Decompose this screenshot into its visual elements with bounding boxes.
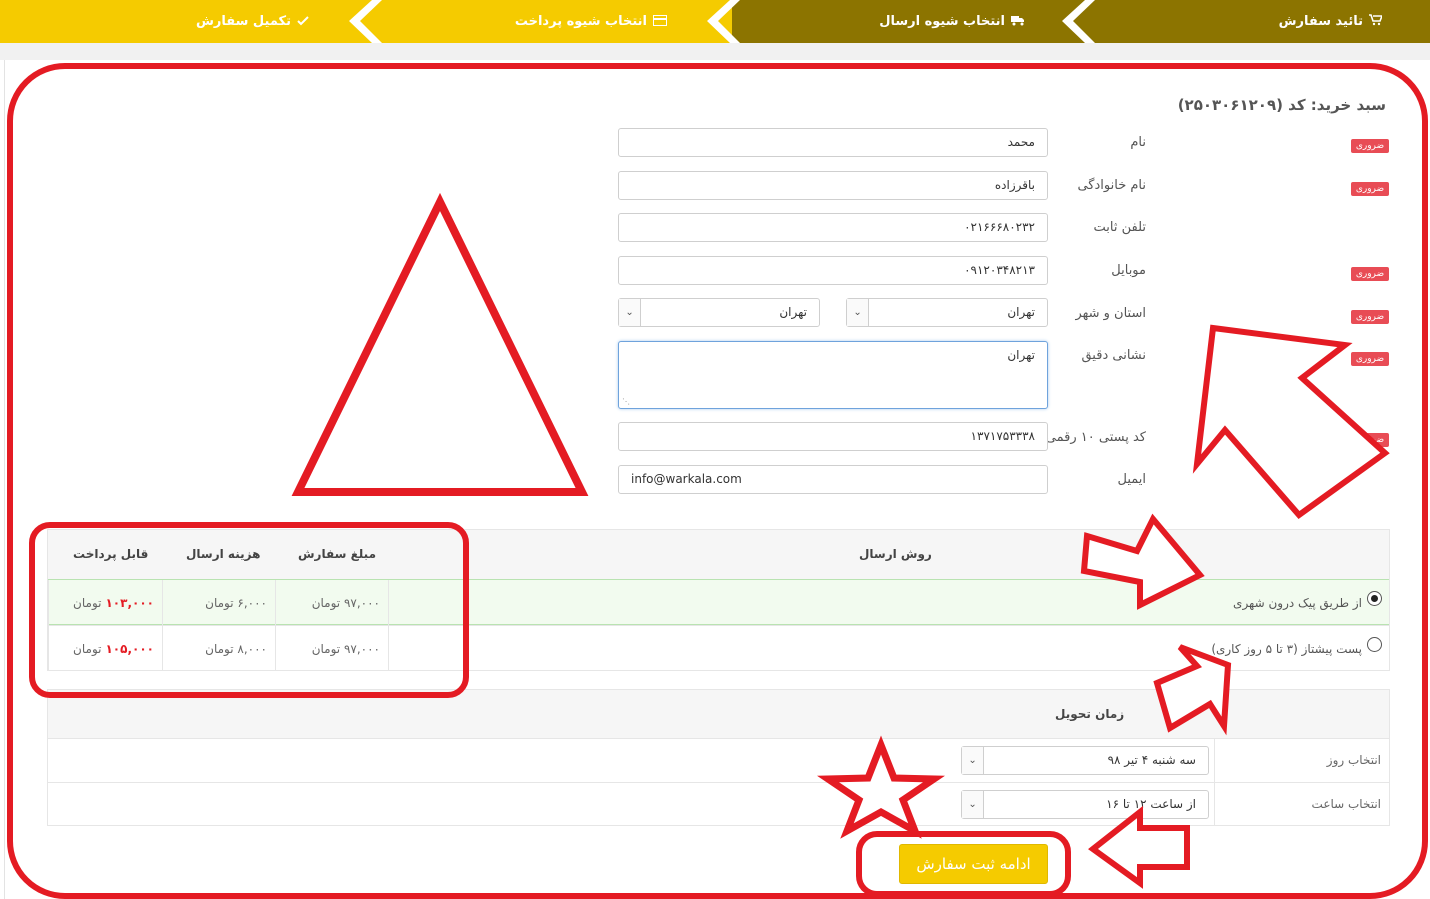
email-label: ایمیل	[1117, 472, 1146, 487]
payable-unit: تومان	[73, 641, 102, 656]
shipping-name: از طریق پیک درون شهری	[1233, 596, 1362, 610]
day-select[interactable]: سه شنبه ۴ تیر ۹۸ ⌄	[961, 746, 1209, 775]
shipping-row-courier[interactable]: ۱۰۳,۰۰۰ تومان ۶,۰۰۰ تومان ۹۷,۰۰۰ تومان ا…	[48, 579, 1389, 625]
city-value: تهران	[779, 305, 807, 319]
delivery-hour-row: انتخاب ساعت از ساعت ۱۲ تا ۱۶ ⌄	[48, 782, 1389, 826]
required-badge: ضروری	[1351, 310, 1389, 324]
mobile-input[interactable]: ۰۹۱۲۰۳۴۸۲۱۳	[618, 256, 1048, 285]
step-complete-order[interactable]: تکمیل سفارش	[196, 0, 309, 43]
phone-label: تلفن ثابت	[1093, 220, 1147, 235]
step-shipping-method[interactable]: انتخاب شیوه ارسال	[879, 0, 1025, 43]
day-value: سه شنبه ۴ تیر ۹۸	[1107, 753, 1196, 767]
postal-code-label: کد پستی ۱۰ رقمی	[1045, 430, 1146, 445]
cell-divider	[388, 580, 389, 625]
cell-divider	[388, 626, 389, 671]
chevron-down-icon[interactable]: ⌄	[619, 299, 641, 326]
shipping-row-post[interactable]: ۱۰۵,۰۰۰ تومان ۸,۰۰۰ تومان ۹۷,۰۰۰ تومان پ…	[48, 625, 1389, 671]
last-name-label: نام خانوادگی	[1077, 178, 1146, 193]
first-name-label: نام	[1130, 135, 1146, 150]
checkout-steps: تائید سفارش انتخاب شیوه ارسال انتخاب شیو…	[0, 0, 1430, 43]
delivery-day-row: انتخاب روز سه شنبه ۴ تیر ۹۸ ⌄	[48, 738, 1389, 782]
shipping-cost-cell: ۶,۰۰۰ تومان	[162, 580, 275, 625]
shopping-cart-icon	[1369, 14, 1384, 29]
address-textarea[interactable]: تهران ⋰	[618, 341, 1048, 409]
header-method: روش ارسال	[859, 547, 932, 561]
resize-grip-icon[interactable]: ⋰	[622, 397, 630, 406]
delivery-header: زمان تحویل	[1055, 707, 1125, 721]
step-label: تائید سفارش	[1278, 14, 1363, 29]
continue-order-button[interactable]: ادامه ثبت سفارش	[899, 844, 1048, 884]
step-label: انتخاب شیوه پرداخت	[514, 14, 647, 29]
required-badge: ضروری	[1351, 352, 1389, 366]
checkout-page: تائید سفارش انتخاب شیوه ارسال انتخاب شیو…	[0, 0, 1430, 899]
content-gap	[0, 43, 1430, 60]
province-value: تهران	[1007, 305, 1035, 319]
header-shipping-cost: هزینه ارسال	[186, 547, 261, 561]
chevron-down-icon[interactable]: ⌄	[962, 791, 984, 818]
last-name-input[interactable]: باقرزاده	[618, 171, 1048, 200]
step-label: تکمیل سفارش	[195, 14, 291, 29]
payable-unit: تومان	[73, 595, 102, 610]
delivery-table-header: زمان تحویل	[48, 690, 1389, 738]
cart-title: سبد خرید: کد (۲۵۰۳۰۶۱۲۰۹)	[1177, 96, 1386, 114]
shipping-table-header: روش ارسال مبلغ سفارش هزینه ارسال قابل پر…	[48, 530, 1389, 579]
address-label: نشانی دقیق	[1081, 348, 1146, 363]
mobile-label: موبایل	[1111, 263, 1146, 278]
check-icon	[297, 15, 309, 29]
postal-code-input[interactable]: ۱۳۷۱۷۵۳۳۳۸	[618, 422, 1048, 451]
header-order-amount: مبلغ سفارش	[298, 547, 377, 561]
hour-label: انتخاب ساعت	[1214, 783, 1389, 826]
day-label: انتخاب روز	[1214, 739, 1389, 782]
payable-cell: ۱۰۳,۰۰۰ تومان	[48, 580, 162, 625]
address-value: تهران	[1007, 348, 1035, 362]
hour-value: از ساعت ۱۲ تا ۱۶	[1106, 797, 1196, 811]
email-input[interactable]: info@warkala.com	[618, 465, 1048, 494]
payable-value: ۱۰۵,۰۰۰	[105, 641, 154, 656]
shipping-name: پست پیشتاز (۳ تا ۵ روز کاری)	[1211, 642, 1362, 656]
province-select[interactable]: تهران ⌄	[846, 298, 1048, 327]
shipping-table: روش ارسال مبلغ سفارش هزینه ارسال قابل پر…	[47, 529, 1390, 671]
required-badge: ضروری	[1351, 139, 1389, 153]
required-badge: ضروری	[1351, 433, 1389, 447]
payable-cell: ۱۰۵,۰۰۰ تومان	[48, 626, 162, 671]
delivery-table: زمان تحویل انتخاب روز سه شنبه ۴ تیر ۹۸ ⌄…	[47, 689, 1390, 826]
first-name-input[interactable]: محمد	[618, 128, 1048, 157]
step-label: انتخاب شیوه ارسال	[879, 14, 1005, 29]
shipping-radio-post[interactable]	[1367, 637, 1382, 652]
order-amount-cell: ۹۷,۰۰۰ تومان	[275, 626, 388, 671]
chevron-down-icon[interactable]: ⌄	[962, 747, 984, 774]
header-payable: قابل پرداخت	[73, 547, 149, 561]
phone-input[interactable]: ۰۲۱۶۶۶۸۰۲۳۲	[618, 213, 1048, 242]
step-confirm-order[interactable]: تائید سفارش	[1278, 0, 1384, 43]
step-payment-method[interactable]: انتخاب شیوه پرداخت	[515, 0, 667, 43]
payable-value: ۱۰۳,۰۰۰	[105, 595, 154, 610]
order-amount-cell: ۹۷,۰۰۰ تومان	[275, 580, 388, 625]
truck-icon	[1011, 15, 1025, 29]
required-badge: ضروری	[1351, 182, 1389, 196]
city-select[interactable]: تهران ⌄	[618, 298, 820, 327]
chevron-down-icon[interactable]: ⌄	[847, 299, 869, 326]
required-badge: ضروری	[1351, 267, 1389, 281]
shipping-cost-cell: ۸,۰۰۰ تومان	[162, 626, 275, 671]
hour-select[interactable]: از ساعت ۱۲ تا ۱۶ ⌄	[961, 790, 1209, 819]
shipping-radio-courier[interactable]	[1367, 591, 1382, 606]
province-city-label: استان و شهر	[1075, 306, 1146, 321]
credit-card-icon	[653, 14, 667, 29]
